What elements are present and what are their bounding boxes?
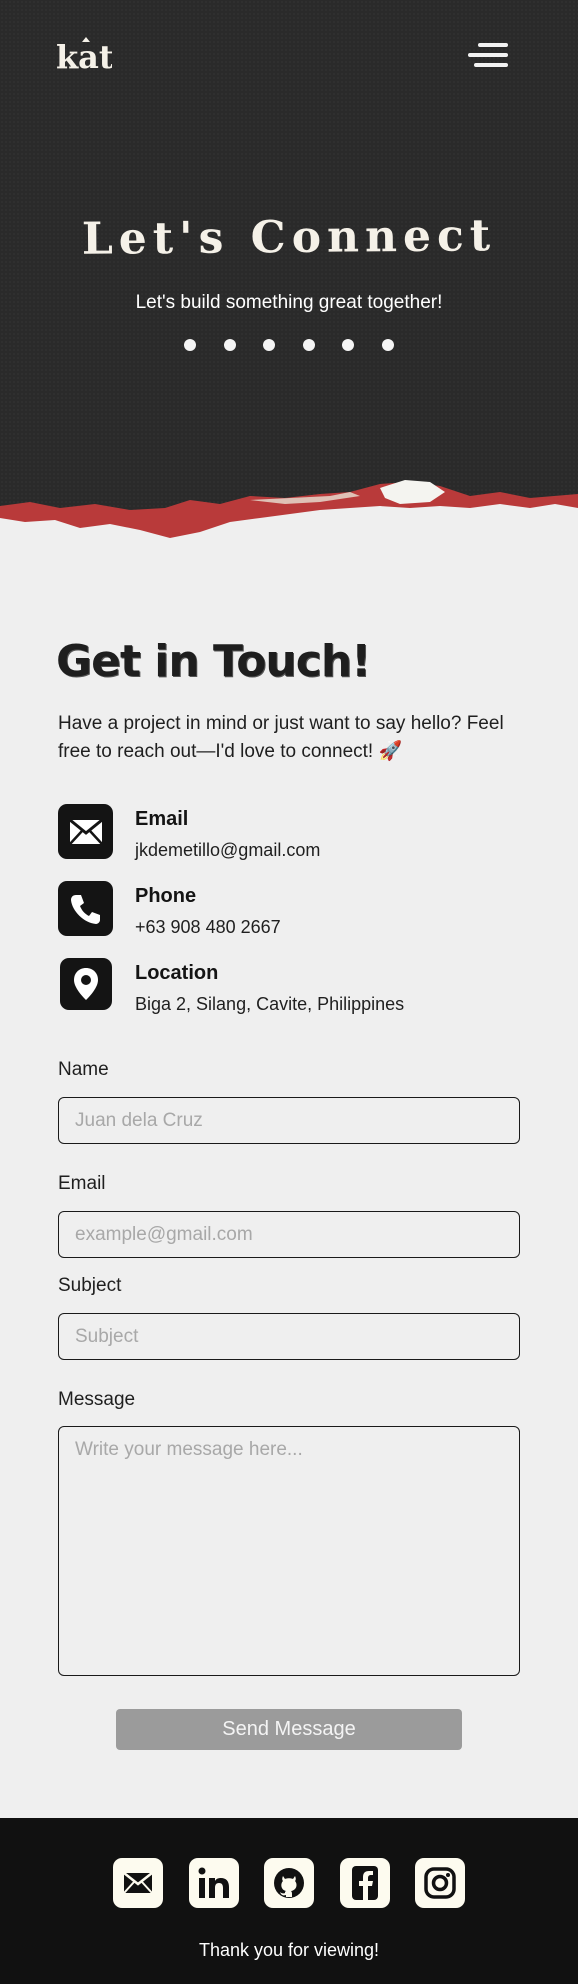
- contact-intro: Have a project in mind or just want to s…: [58, 713, 504, 762]
- info-label: Email: [135, 808, 189, 830]
- location-pin-icon: [60, 958, 112, 1010]
- carousel-dot[interactable]: [302, 339, 315, 351]
- carousel-dot[interactable]: [184, 339, 196, 351]
- carousel-dot[interactable]: [342, 339, 355, 351]
- hamburger-menu-icon[interactable]: [468, 40, 508, 70]
- contact-info-email: Email jkdemetillo@gmail.com: [58, 804, 518, 864]
- phone-icon: [58, 881, 113, 936]
- message-label: Message: [58, 1389, 136, 1410]
- hero-section: kat Let's Connect Let's build something …: [0, 0, 578, 548]
- linkedin-icon[interactable]: [188, 1858, 239, 1908]
- logo[interactable]: kat: [56, 36, 112, 72]
- carousel-dot[interactable]: [381, 339, 394, 351]
- info-value[interactable]: +63 908 480 2667: [135, 917, 281, 938]
- contact-title: Get in Touch!: [56, 636, 371, 687]
- subject-label: Subject: [58, 1275, 122, 1296]
- footer-thanks: Thank you for viewing!: [198, 1940, 380, 1960]
- carousel-dot[interactable]: [223, 339, 236, 351]
- social-links: [113, 1858, 465, 1908]
- email-input[interactable]: [58, 1211, 520, 1258]
- hero-title: Let's Connect: [81, 210, 497, 265]
- info-value[interactable]: jkdemetillo@gmail.com: [135, 840, 320, 861]
- carousel-dot[interactable]: [263, 339, 276, 351]
- info-value: Biga 2, Silang, Cavite, Philippines: [135, 994, 405, 1014]
- name-input[interactable]: [58, 1097, 520, 1144]
- instagram-icon[interactable]: [415, 1858, 465, 1908]
- name-label: Name: [58, 1059, 109, 1080]
- torn-paper-edge: [0, 480, 578, 548]
- message-textarea[interactable]: [58, 1426, 520, 1676]
- logo-text: kat: [56, 38, 112, 72]
- send-message-button[interactable]: Send Message: [116, 1709, 462, 1750]
- facebook-icon[interactable]: [339, 1858, 390, 1908]
- email-icon[interactable]: [113, 1858, 163, 1908]
- footer: Thank you for viewing!: [0, 1818, 578, 1984]
- carousel-dots: [184, 339, 394, 353]
- contact-info-location: Location Biga 2, Silang, Cavite, Philipp…: [58, 958, 518, 1018]
- github-icon[interactable]: [264, 1858, 314, 1908]
- info-label: Location: [135, 962, 219, 984]
- envelope-icon: [58, 804, 113, 859]
- hero-subtitle: Let's build something great together!: [135, 292, 443, 313]
- info-label: Phone: [135, 885, 197, 907]
- contact-info-phone: Phone +63 908 480 2667: [58, 881, 518, 941]
- subject-input[interactable]: [58, 1313, 520, 1360]
- email-label: Email: [58, 1173, 106, 1194]
